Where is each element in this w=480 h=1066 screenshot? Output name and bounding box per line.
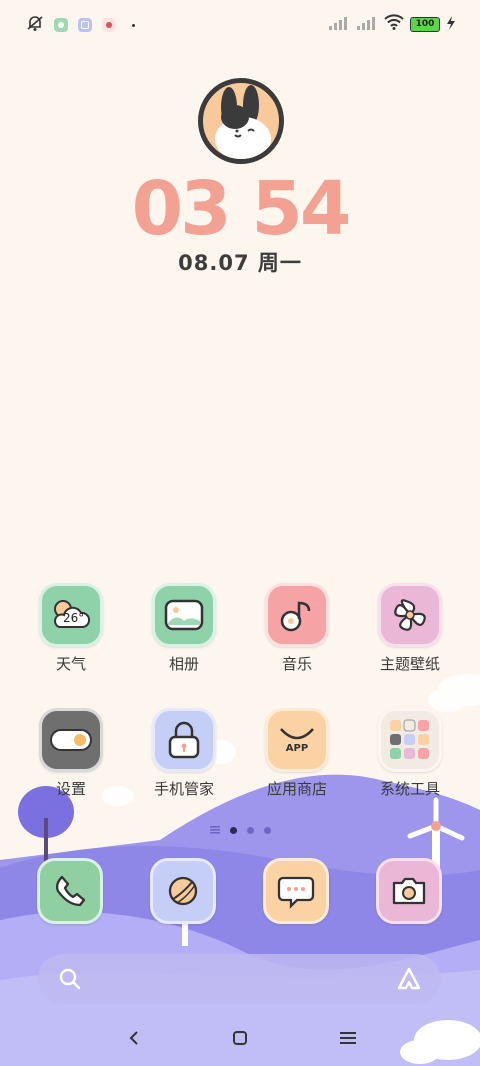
themes-icon [378,583,442,647]
app-store[interactable]: APP 应用商店 [252,708,342,799]
app-label: 主题壁纸 [379,655,440,673]
dock-camera[interactable] [364,858,454,924]
clock-time[interactable]: 03 54 [0,166,480,252]
app-music[interactable]: 音乐 [252,583,342,674]
phone-icon [37,858,103,924]
system-indicators: 100 [328,14,456,34]
page-dot [264,826,271,834]
gallery-icon [152,583,216,647]
app-settings[interactable]: 设置 [26,708,116,799]
charging-icon [446,15,456,34]
app-notification-icon [102,18,116,32]
weather-temperature: 26° [63,611,85,625]
browser-icon [150,858,216,924]
app-notification-icon [78,18,92,32]
clock-date: 08.07 周一 [178,251,302,275]
home-button[interactable] [228,1026,252,1050]
folder-icon [378,708,442,772]
toggle-icon [39,708,103,772]
back-button[interactable] [122,1026,146,1050]
camera-icon [376,858,442,924]
page-dot [247,826,254,834]
app-label: 天气 [55,655,86,673]
store-icon-text: APP [285,742,309,754]
app-label: 手机管家 [153,780,214,798]
app-label: 应用商店 [266,780,327,798]
battery-level: 100 [415,19,435,29]
app-themes[interactable]: 主题壁纸 [365,583,455,674]
page-indicator[interactable] [210,826,271,834]
app-label: 相册 [168,655,199,673]
list-view-icon [210,826,220,834]
wifi-icon [384,14,404,34]
assistant-icon[interactable] [395,966,423,996]
app-label: 系统工具 [379,780,440,798]
cat-icon [215,85,271,159]
signal-icon [328,15,350,34]
app-label: 设置 [55,780,86,798]
message-icon [263,858,329,924]
status-bar: 100 [0,0,480,52]
search-icon [58,967,82,995]
app-notification-icon [54,18,68,32]
store-icon: APP [265,708,329,772]
notification-icons [26,14,135,36]
music-icon [265,583,329,647]
navigation-bar [0,1010,480,1066]
mute-bell-icon [26,14,44,36]
dock-messages[interactable] [251,858,341,924]
signal-icon [356,15,378,34]
app-gallery[interactable]: 相册 [139,583,229,674]
app-security[interactable]: 手机管家 [139,708,229,799]
app-weather[interactable]: 26° 天气 [26,583,116,674]
battery-icon: 100 [410,16,440,32]
more-notifications-dot [132,23,135,27]
lock-icon [152,708,216,772]
search-bar[interactable] [38,954,441,1004]
dock-phone[interactable] [25,858,115,924]
clock-widget-avatar[interactable] [198,78,284,164]
dock-browser[interactable] [138,858,228,924]
recents-button[interactable] [336,1026,360,1050]
app-label: 音乐 [281,655,312,673]
page-dot-active [230,826,237,834]
folder-system-tools[interactable]: 系统工具 [365,708,455,799]
